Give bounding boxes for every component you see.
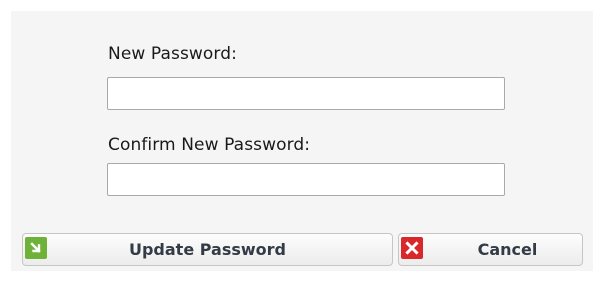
confirm-password-label: Confirm New Password: — [108, 135, 311, 155]
arrow-down-right-icon — [25, 237, 47, 259]
new-password-field[interactable] — [107, 77, 505, 110]
new-password-label: New Password: — [108, 44, 237, 64]
update-password-label: Update Password — [128, 240, 287, 259]
confirm-password-field[interactable] — [107, 163, 505, 196]
update-password-button[interactable]: Update Password — [22, 233, 393, 266]
cancel-label: Cancel — [477, 240, 538, 259]
arrow-down-right-glyph — [30, 242, 41, 253]
cancel-button[interactable]: Cancel — [398, 233, 583, 266]
close-icon — [401, 237, 423, 259]
close-glyph — [405, 241, 419, 255]
